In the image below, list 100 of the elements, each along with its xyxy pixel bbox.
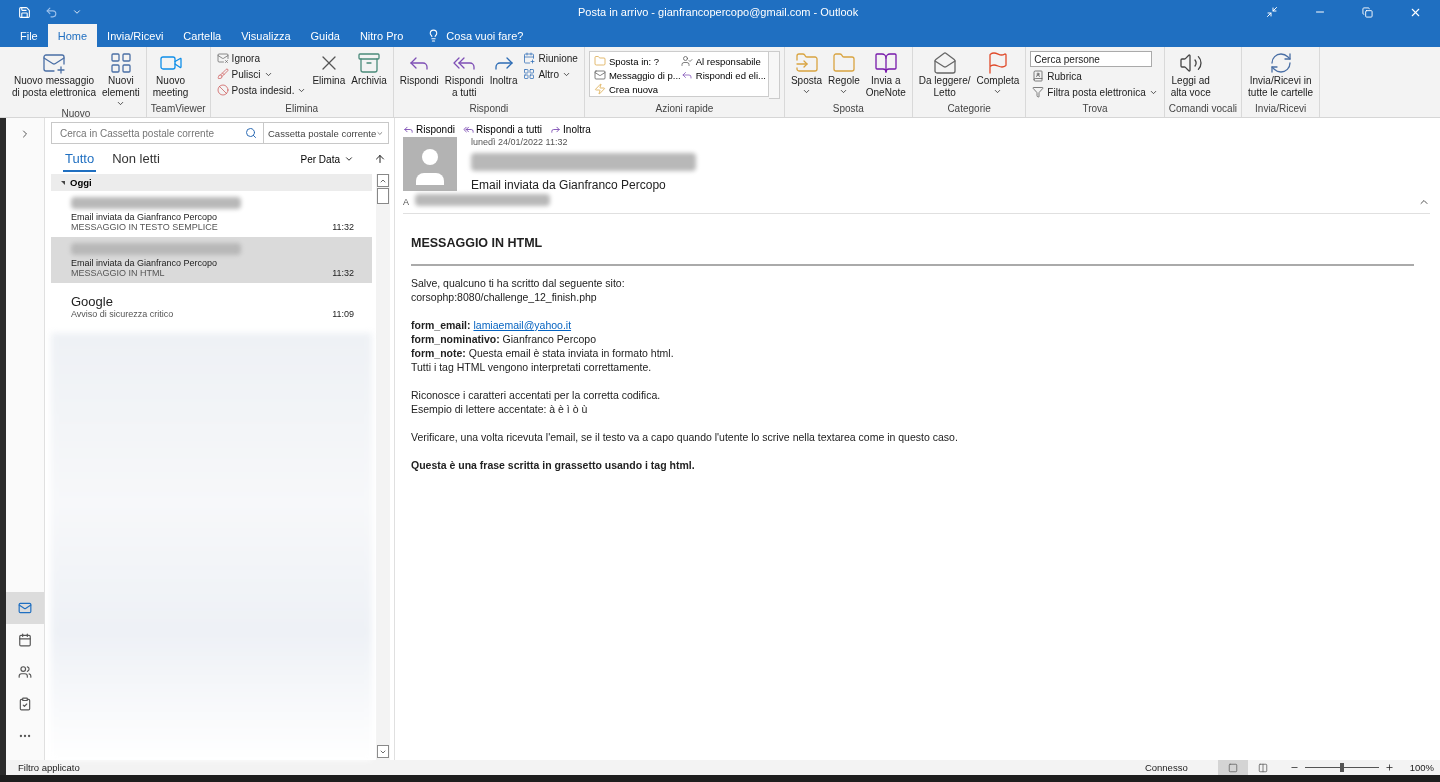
ribbon-tab[interactable]: Visualizza	[231, 24, 301, 47]
search-people-field[interactable]: Cerca persone	[1030, 51, 1153, 67]
folder-icon	[593, 55, 606, 67]
scroll-up-button[interactable]	[377, 174, 389, 187]
group-label: Rispondi	[468, 103, 510, 116]
message-item[interactable]: Email inviata da Gianfranco Percopo MESSAGGIO IN HTML 11:32	[51, 237, 372, 283]
ribbon-button[interactable]: Rispondi	[397, 51, 441, 87]
quick-step[interactable]: Messaggio di p...	[593, 68, 681, 82]
to-label: A	[403, 196, 409, 207]
scroll-thumb[interactable]	[377, 188, 389, 204]
calendar-icon	[18, 633, 32, 647]
ribbon-button[interactable]: Inoltra	[487, 51, 520, 87]
connection-status: Connesso	[1144, 762, 1188, 773]
folder-icon	[794, 51, 819, 75]
ribbon-button[interactable]: Rubrica	[1030, 69, 1160, 83]
subject: Email inviata da Gianfranco Percopo	[71, 211, 219, 222]
scroll-down-button[interactable]	[377, 745, 389, 758]
reply-icon	[680, 69, 693, 81]
view-button[interactable]	[1217, 760, 1248, 775]
quick-step[interactable]: Al responsabile	[680, 54, 766, 68]
restore-icon	[1362, 6, 1373, 18]
ribbon-tab[interactable]: Invia/Ricevi	[97, 24, 174, 47]
address-book-icon	[1032, 70, 1045, 82]
reply-action[interactable]: Rispondi	[403, 124, 455, 135]
tell-me-button[interactable]: Cosa vuoi fare?	[421, 24, 530, 47]
ribbon-button[interactable]: Riunione	[521, 51, 580, 65]
ribbon-button[interactable]: Altro	[521, 67, 580, 81]
caret-icon	[839, 87, 849, 96]
caret-icon	[116, 99, 126, 108]
filter-icon	[1032, 86, 1045, 98]
body-paragraph: Riconosce i caratteri accentati per la corretta codifica. Esempio di lettere accentate: à è ì ò ù	[411, 388, 661, 416]
calendar-icon	[523, 52, 536, 64]
ribbon-button[interactable]: Invia/Ricevi in tutte le cartelle	[1246, 51, 1316, 99]
caret-icon	[802, 87, 811, 96]
normal-view-icon	[1227, 762, 1238, 773]
ribbon-button[interactable]: Nuovo meeting	[150, 51, 191, 99]
forward-icon	[550, 124, 562, 135]
ribbon-button[interactable]: Archivia	[349, 51, 389, 87]
ribbon-tab[interactable]: Home	[47, 24, 98, 47]
sort-button[interactable]: Per Data	[294, 152, 360, 166]
ribbon-button[interactable]: Nuovo messaggio di posta elettronica	[10, 51, 98, 99]
quick-step[interactable]: Sposta in: ?	[593, 54, 681, 68]
ribbon-button[interactable]: Leggi ad alta voce	[1168, 51, 1213, 99]
save-icon	[18, 5, 31, 19]
block-icon	[216, 84, 229, 96]
ribbon-button[interactable]: Sposta	[788, 51, 825, 96]
quick-step[interactable]: Rispondi ed eli...	[680, 68, 766, 82]
reply-icon	[403, 124, 414, 135]
quick-step[interactable]: Crea nuova	[593, 82, 681, 96]
open-envelope-icon	[932, 51, 957, 75]
ribbon-tab[interactable]: Guida	[300, 24, 350, 47]
status-text: Filtro applicato	[18, 762, 81, 773]
group-label: TeamViewer	[150, 103, 206, 116]
ribbon-button[interactable]: Filtra posta elettronica	[1030, 85, 1160, 99]
mail-icon	[593, 69, 606, 81]
group-label: Trova	[1081, 103, 1109, 116]
ribbon-button[interactable]: Regole	[826, 51, 862, 96]
ribbon-button[interactable]: Posta indesid.	[214, 83, 309, 97]
ribbon-button[interactable]: Da leggere/ Letto	[916, 51, 973, 99]
gallery-scrollbar[interactable]	[768, 51, 780, 99]
brush-icon	[216, 68, 229, 80]
nav-button[interactable]	[6, 592, 44, 624]
ribbon-button[interactable]: Elimina	[310, 51, 348, 87]
mail-icon	[18, 601, 32, 615]
reply-action[interactable]: Rispondi a tutti	[462, 124, 543, 135]
subject: Email inviata da Gianfranco Percopo	[71, 257, 219, 268]
ribbon-tab[interactable]: Nitro Pro	[349, 24, 414, 47]
ribbon-button[interactable]: Pulisci	[214, 67, 309, 81]
tasks-icon	[18, 697, 32, 711]
folder-icon	[831, 51, 856, 75]
email-link[interactable]: lamiaemail@yahoo.it	[473, 319, 572, 331]
filter-tab[interactable]: Non letti	[110, 146, 162, 172]
reply-action[interactable]: Inoltra	[550, 124, 591, 135]
sender: Google	[71, 293, 114, 309]
ribbon-button[interactable]: Rispondi a tutti	[442, 51, 486, 99]
reading-view-icon	[1257, 762, 1268, 773]
body-paragraph: Verificare, una volta ricevuta l'email, se il testo va a capo quando l'utente lo scrive nella textarea come in questo caso.	[411, 430, 958, 444]
body-paragraph: Salve, qualcuno ti ha scritto dal seguente sito: corsophp:8080/challenge_12_finish.php	[411, 276, 625, 304]
time: 11:32	[332, 221, 354, 232]
group-header[interactable]: Oggi	[51, 174, 372, 191]
ribbon-button[interactable]: Completa	[974, 51, 1022, 96]
sync-icon	[1268, 51, 1293, 75]
user-icon	[680, 55, 693, 67]
group-label: Nuovo	[60, 108, 92, 120]
group-label: Sposta	[831, 103, 865, 116]
preview: MESSAGGIO IN HTML	[71, 267, 165, 278]
grid-icon	[523, 68, 536, 80]
ribbon-tab[interactable]: Cartella	[173, 24, 232, 47]
group-label: Categorie	[946, 103, 992, 116]
ribbon-button[interactable]: Ignora	[214, 51, 309, 65]
ignore-icon	[216, 52, 229, 64]
ribbon-button[interactable]: Nuovi elementi	[99, 51, 142, 108]
ribbon-tab[interactable]: File	[10, 24, 48, 47]
caret-icon	[344, 154, 354, 164]
filter-tab[interactable]: Tutto	[63, 146, 97, 172]
window-title: Posta in arrivo - gianfrancopercopo@gmail.com - Outlook	[578, 6, 860, 18]
undo-icon	[45, 5, 58, 19]
group-label: Elimina	[284, 103, 320, 116]
group-label: Azioni rapide	[654, 103, 715, 116]
ribbon-button[interactable]: Invia a OneNote	[863, 51, 908, 99]
